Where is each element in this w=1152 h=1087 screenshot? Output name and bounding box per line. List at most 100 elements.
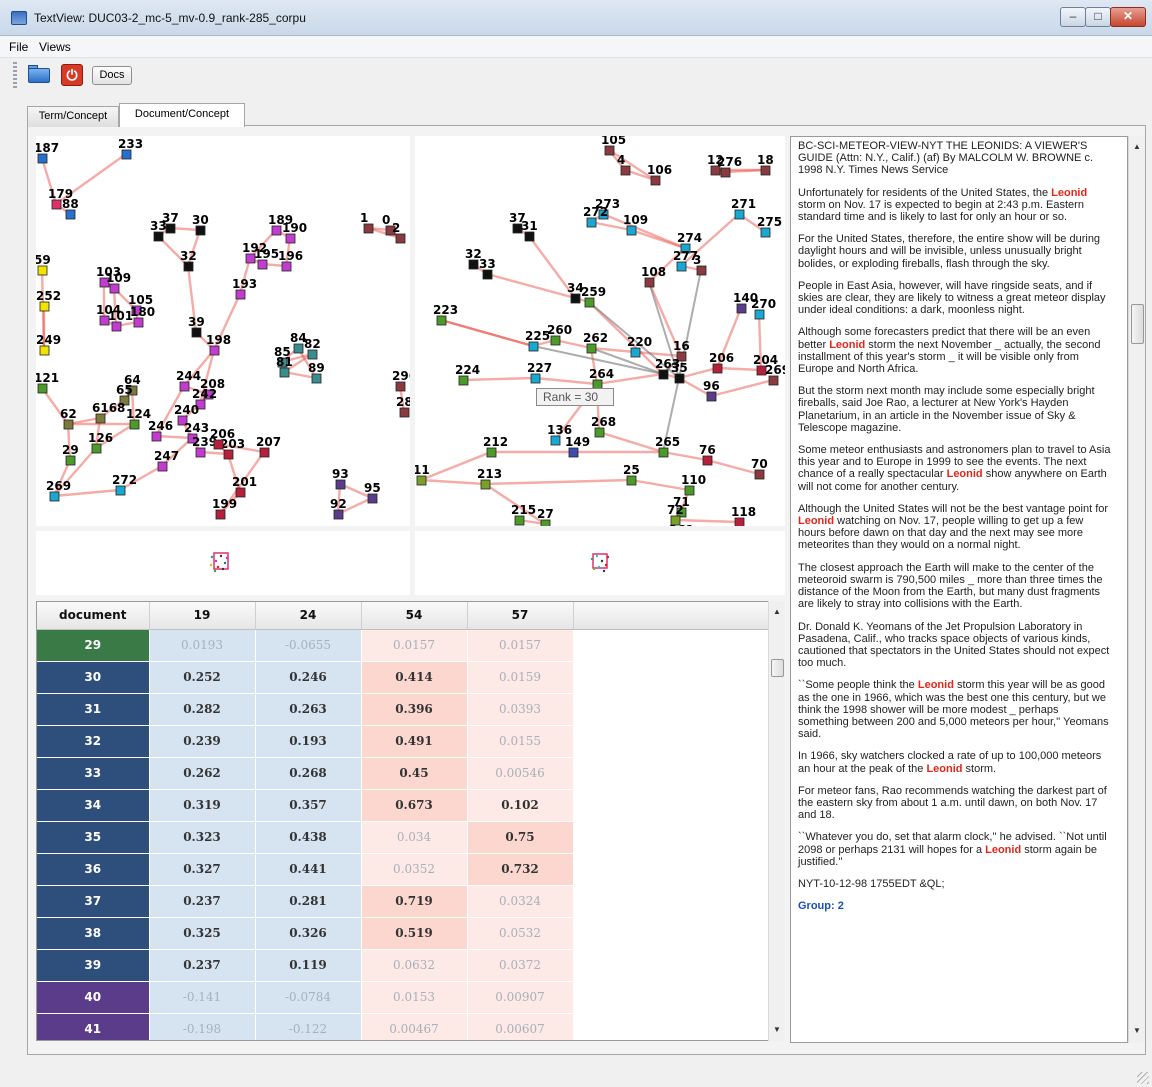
graph-node[interactable]	[734, 209, 745, 220]
graph-node[interactable]	[151, 431, 162, 442]
power-button[interactable]: ⏻	[61, 64, 83, 86]
graph-node[interactable]	[754, 309, 765, 320]
graph-node[interactable]	[395, 381, 406, 392]
table-cell[interactable]: 0.263	[255, 693, 362, 726]
table-cell[interactable]: -0.122	[255, 1013, 362, 1040]
graph-node[interactable]	[626, 475, 637, 486]
graph-node[interactable]	[658, 369, 669, 380]
graph-node[interactable]	[209, 345, 220, 356]
graph-node[interactable]	[281, 261, 292, 272]
graph-node[interactable]	[153, 231, 164, 242]
table-cell[interactable]: 0.414	[361, 661, 468, 694]
table-cell[interactable]: 0.325	[149, 917, 256, 950]
table-cell[interactable]: 0.438	[255, 821, 362, 854]
doc-scroll-down-icon[interactable]: ▼	[1133, 1026, 1141, 1035]
graph-node[interactable]	[285, 233, 296, 244]
graph-node[interactable]	[524, 231, 535, 242]
graph-node[interactable]	[684, 485, 695, 496]
tab-term-concept[interactable]: Term/Concept	[27, 106, 119, 127]
table-cell[interactable]: 0.75	[467, 821, 574, 854]
document-id-cell[interactable]: 29	[37, 629, 150, 662]
document-id-cell[interactable]: 40	[37, 981, 150, 1014]
open-folder-button[interactable]	[26, 64, 52, 86]
table-row[interactable]: 39 0.237 0.119 0.0632 0.0372	[37, 949, 770, 982]
graph-node[interactable]	[121, 149, 132, 160]
scroll-down-icon[interactable]: ▼	[773, 1025, 781, 1034]
graph-node[interactable]	[235, 487, 246, 498]
graph-node[interactable]	[133, 317, 144, 328]
graph-node[interactable]	[179, 381, 190, 392]
graph-node[interactable]	[480, 479, 491, 490]
graph-node[interactable]	[115, 485, 126, 496]
resize-grip[interactable]	[1137, 1072, 1149, 1084]
table-cell[interactable]: 0.237	[149, 885, 256, 918]
graph-node[interactable]	[37, 265, 48, 276]
table-cell[interactable]: 0.323	[149, 821, 256, 854]
header-concept-54[interactable]: 54	[361, 602, 468, 630]
table-scroll-thumb[interactable]	[771, 659, 784, 677]
graph-node[interactable]	[183, 261, 194, 272]
table-row[interactable]: 37 0.237 0.281 0.719 0.0324	[37, 885, 770, 918]
table-cell[interactable]: 0.0372	[467, 949, 574, 982]
table-cell[interactable]: 0.0352	[361, 853, 468, 886]
table-cell[interactable]: 0.441	[255, 853, 362, 886]
table-row[interactable]: 41 -0.198 -0.122 0.00467 0.00607	[37, 1013, 770, 1040]
table-cell[interactable]: 0.0393	[467, 693, 574, 726]
table-cell[interactable]: 0.193	[255, 725, 362, 758]
maximize-button[interactable]: □	[1085, 7, 1111, 27]
document-scrollbar[interactable]: ▲ ▼	[1128, 136, 1145, 1043]
table-cell[interactable]: 0.732	[467, 853, 574, 886]
table-row[interactable]: 35 0.323 0.438 0.034 0.75	[37, 821, 770, 854]
document-id-cell[interactable]: 38	[37, 917, 150, 950]
graph-node[interactable]	[768, 375, 779, 386]
doc-scroll-up-icon[interactable]: ▲	[1133, 142, 1141, 151]
graph-node[interactable]	[550, 335, 561, 346]
header-concept-57[interactable]: 57	[467, 602, 574, 630]
table-cell[interactable]: 0.0632	[361, 949, 468, 982]
graph-node[interactable]	[584, 297, 595, 308]
graph-node[interactable]	[586, 217, 597, 228]
graph-node[interactable]	[530, 373, 541, 384]
graph-node[interactable]	[468, 259, 479, 270]
table-cell[interactable]: 0.357	[255, 789, 362, 822]
document-id-cell[interactable]: 35	[37, 821, 150, 854]
table-cell[interactable]: 0.268	[255, 757, 362, 790]
graph-node[interactable]	[458, 375, 469, 386]
graph-node[interactable]	[39, 345, 50, 356]
graph-node[interactable]	[754, 469, 765, 480]
table-cell[interactable]: 0.00546	[467, 757, 574, 790]
table-row[interactable]: 32 0.239 0.193 0.491 0.0155	[37, 725, 770, 758]
graph-node[interactable]	[696, 265, 707, 276]
table-cell[interactable]: 0.034	[361, 821, 468, 854]
table-cell[interactable]: 0.0153	[361, 981, 468, 1014]
table-cell[interactable]: 0.00607	[467, 1013, 574, 1040]
left-overview-thumbnail[interactable]	[207, 547, 233, 577]
table-cell[interactable]: -0.198	[149, 1013, 256, 1040]
graph-node[interactable]	[215, 509, 226, 520]
table-cell[interactable]: 0.0193	[149, 629, 256, 662]
graph-node[interactable]	[570, 293, 581, 304]
toolbar-grip[interactable]	[13, 62, 17, 88]
graph-node[interactable]	[626, 225, 637, 236]
graph-node[interactable]	[676, 261, 687, 272]
table-row[interactable]: 31 0.282 0.263 0.396 0.0393	[37, 693, 770, 726]
table-cell[interactable]: 0.45	[361, 757, 468, 790]
menu-file[interactable]: File	[9, 40, 28, 54]
graph-node[interactable]	[720, 167, 731, 178]
minimize-button[interactable]: –	[1060, 7, 1086, 27]
table-cell[interactable]: 0.0324	[467, 885, 574, 918]
graph-node[interactable]	[486, 447, 497, 458]
graph-node[interactable]	[307, 349, 318, 360]
table-cell[interactable]: 0.239	[149, 725, 256, 758]
docs-button[interactable]: Docs	[92, 66, 132, 85]
graph-node[interactable]	[91, 443, 102, 454]
graph-node[interactable]	[650, 175, 661, 186]
graph-node[interactable]	[129, 419, 140, 430]
table-scrollbar[interactable]: ▲ ▼	[768, 601, 785, 1041]
graph-node[interactable]	[706, 391, 717, 402]
table-row[interactable]: 34 0.319 0.357 0.673 0.102	[37, 789, 770, 822]
graph-node[interactable]	[482, 269, 493, 280]
right-graph-canvas[interactable]: 105410612276 1827327210927127537312742773…	[415, 136, 785, 526]
graph-node[interactable]	[604, 145, 615, 156]
graph-node[interactable]	[734, 517, 745, 526]
